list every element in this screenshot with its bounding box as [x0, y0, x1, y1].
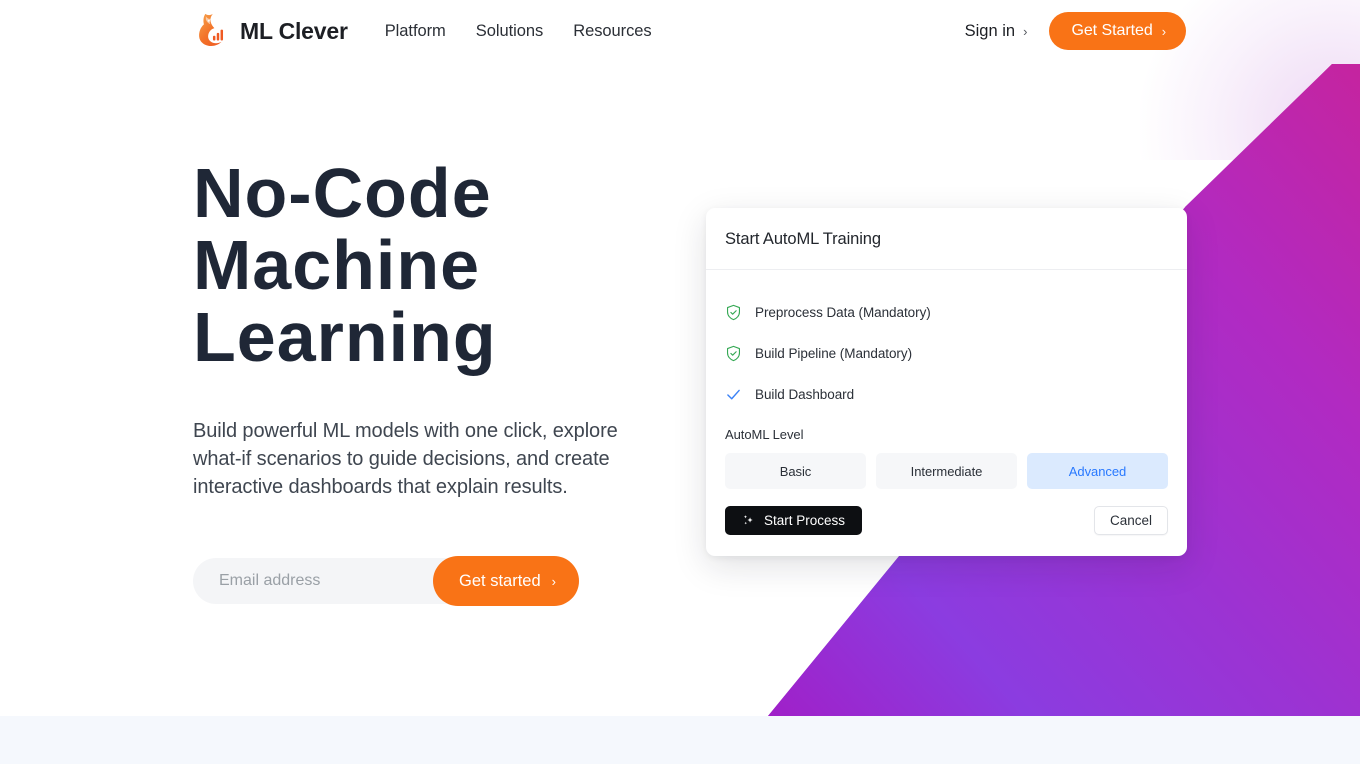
- primary-navigation: Platform Solutions Resources: [370, 16, 667, 47]
- automl-level-label: AutoML Level: [725, 427, 804, 442]
- nav-item-resources[interactable]: Resources: [558, 16, 666, 47]
- email-signup-form: Get started ›: [193, 556, 579, 606]
- task-label: Build Pipeline (Mandatory): [755, 346, 913, 361]
- shield-check-icon: [726, 304, 741, 321]
- brand-logo-link[interactable]: ML Clever: [193, 10, 348, 52]
- sign-in-link[interactable]: Sign in ›: [965, 22, 1028, 41]
- task-item-build-dashboard[interactable]: Build Dashboard: [725, 374, 1168, 415]
- check-icon: [727, 389, 740, 400]
- start-process-label: Start Process: [764, 513, 846, 528]
- bottom-section-band: [0, 716, 1360, 764]
- hero-get-started-button[interactable]: Get started ›: [433, 556, 579, 606]
- level-option-basic[interactable]: Basic: [725, 453, 866, 489]
- task-label: Build Dashboard: [755, 387, 855, 402]
- header-actions: Sign in › Get Started ›: [965, 12, 1186, 50]
- card-header: Start AutoML Training: [706, 208, 1187, 270]
- card-title: Start AutoML Training: [725, 230, 881, 248]
- page-title: No-Code Machine Learning: [193, 154, 497, 376]
- level-option-intermediate[interactable]: Intermediate: [876, 453, 1017, 489]
- sparkles-icon: [743, 515, 753, 525]
- automl-training-card: Start AutoML Training Preprocess Data (M…: [706, 208, 1187, 556]
- brand-name: ML Clever: [240, 17, 348, 44]
- task-item-build-pipeline[interactable]: Build Pipeline (Mandatory): [725, 333, 1168, 374]
- fox-bar-chart-logo-icon: [199, 13, 224, 47]
- task-item-preprocess-data[interactable]: Preprocess Data (Mandatory): [725, 292, 1168, 333]
- sign-in-label: Sign in: [964, 21, 1016, 40]
- task-label: Preprocess Data (Mandatory): [755, 305, 931, 320]
- get-started-label: Get Started: [1071, 22, 1153, 39]
- start-process-button[interactable]: Start Process: [725, 506, 863, 535]
- automl-level-selector: Basic Intermediate Advanced: [725, 453, 1168, 489]
- hero-subtitle: Build powerful ML models with one click,…: [193, 420, 618, 498]
- site-header: ML Clever Platform Solutions Resources S…: [0, 0, 1360, 62]
- chevron-right-icon: ›: [551, 573, 556, 589]
- level-option-advanced[interactable]: Advanced: [1027, 453, 1168, 489]
- nav-item-platform[interactable]: Platform: [370, 16, 461, 47]
- hero-get-started-label: Get started: [459, 571, 541, 590]
- task-list: Preprocess Data (Mandatory) Build Pipeli…: [725, 292, 1168, 415]
- card-body: Preprocess Data (Mandatory) Build Pipeli…: [706, 270, 1187, 489]
- cancel-button[interactable]: Cancel: [1093, 506, 1168, 535]
- nav-item-solutions[interactable]: Solutions: [461, 16, 558, 47]
- chevron-right-icon: ›: [1161, 23, 1166, 39]
- get-started-button[interactable]: Get Started ›: [1049, 12, 1186, 50]
- chevron-right-icon: ›: [1023, 23, 1028, 39]
- card-actions: Start Process Cancel: [706, 506, 1187, 556]
- shield-check-icon: [726, 345, 741, 362]
